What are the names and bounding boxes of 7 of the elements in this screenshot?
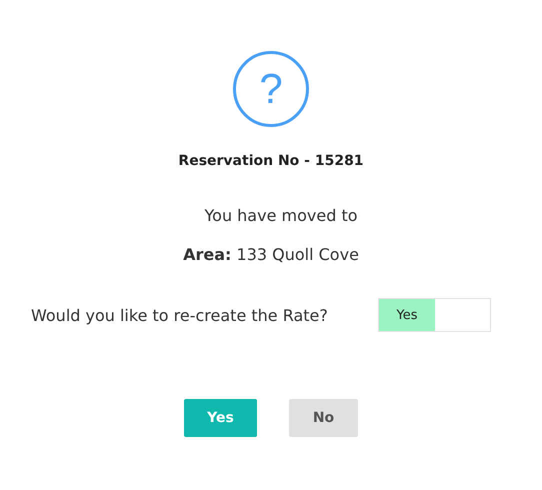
dialog-title: Reservation No - 15281 xyxy=(178,153,364,169)
cancel-button[interactable]: No xyxy=(289,399,358,437)
area-text: Area: 133 Quoll Cove xyxy=(183,245,359,264)
question-icon: ? xyxy=(233,51,309,127)
toggle-switch[interactable]: Yes xyxy=(378,298,491,332)
message-text: You have moved to xyxy=(204,206,358,225)
question-label: Would you like to re-create the Rate? xyxy=(31,306,329,324)
